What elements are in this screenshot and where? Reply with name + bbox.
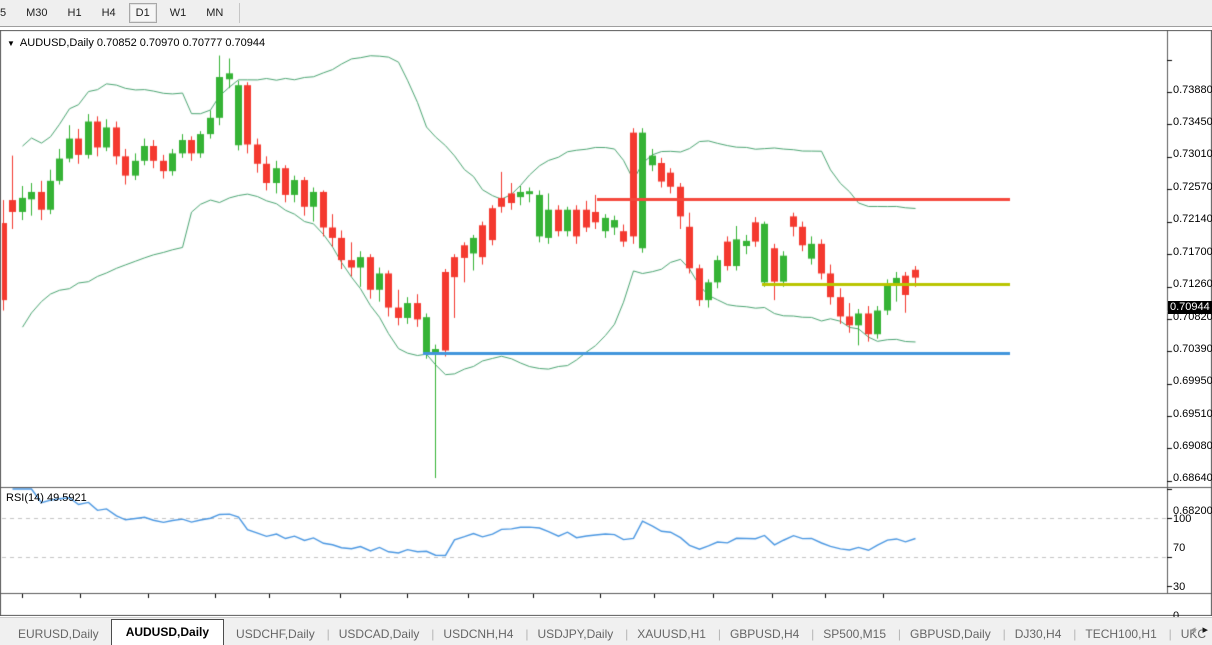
price-axis-label: 0.70390: [1173, 343, 1212, 355]
tab-scroll-right-icon[interactable]: ▸: [1202, 622, 1208, 638]
price-axis-label: 0.73010: [1173, 148, 1212, 160]
rsi-axis-label: 30: [1173, 581, 1185, 593]
chart-title-text: AUDUSD,Daily 0.70852 0.70970 0.70777 0.7…: [20, 37, 265, 49]
tab-xauusd-h1[interactable]: XAUUSD,H1: [625, 623, 718, 645]
tab-scroll-arrows: ◂ ▸: [1190, 622, 1208, 638]
price-axis-label: 0.72570: [1173, 181, 1212, 193]
rsi-axis-label: 100: [1173, 513, 1191, 525]
chart-dropdown-icon[interactable]: ▼: [7, 39, 15, 48]
rsi-axis-label: 70: [1173, 542, 1185, 554]
timeframe-button-M30[interactable]: M30: [19, 3, 54, 23]
price-axis-label: 0.73880: [1173, 84, 1212, 96]
rsi-indicator-label: RSI(14) 49.5921: [6, 492, 87, 504]
tab-gbpusd-daily[interactable]: GBPUSD,Daily: [898, 623, 1003, 645]
tab-dj30-h4[interactable]: DJ30,H4: [1003, 623, 1074, 645]
price-axis-label: 0.68640: [1173, 472, 1212, 484]
tab-audusd-daily[interactable]: AUDUSD,Daily: [111, 619, 224, 645]
timeframe-button-D1[interactable]: D1: [129, 3, 157, 23]
tab-usdchf-daily[interactable]: USDCHF,Daily: [224, 623, 327, 645]
tab-eurusd-daily[interactable]: EURUSD,Daily: [6, 623, 111, 645]
tab-gbpusd-h4[interactable]: GBPUSD,H4: [718, 623, 811, 645]
price-axis-label: 0.69950: [1173, 375, 1212, 387]
tab-scroll-left-icon[interactable]: ◂: [1190, 622, 1196, 638]
tab-usdcad-daily[interactable]: USDCAD,Daily: [327, 623, 432, 645]
tab-tech100-h1[interactable]: TECH100,H1: [1073, 623, 1168, 645]
tab-sp500-m15[interactable]: SP500,M15: [811, 623, 898, 645]
price-axis-label: 0.71260: [1173, 278, 1212, 290]
price-axis-label: 0.71700: [1173, 246, 1212, 258]
timeframe-button-W1[interactable]: W1: [163, 3, 194, 23]
chart-title: ▼ AUDUSD,Daily 0.70852 0.70970 0.70777 0…: [7, 37, 265, 49]
chart-window: ▼ AUDUSD,Daily 0.70852 0.70970 0.70777 0…: [0, 30, 1212, 616]
price-axis-label: 0.69510: [1173, 408, 1212, 420]
chart-tab-bar: EURUSD,DailyAUDUSD,DailyUSDCHF,DailyUSDC…: [0, 617, 1212, 645]
toolbar-separator: [239, 3, 240, 23]
terminal-window: 5 M30 H1 H4 D1 W1MN ▼ AUDUSD,Daily 0.70852 0.…: [0, 0, 1212, 645]
timeframe-button-H1[interactable]: H1: [61, 3, 89, 23]
tab-usdcnh-h4[interactable]: USDCNH,H4: [431, 623, 525, 645]
price-axis-label: 0.69080: [1173, 440, 1212, 452]
timeframe-button-5[interactable]: 5: [0, 3, 13, 23]
timeframe-button-H4[interactable]: H4: [95, 3, 123, 23]
chart-canvas[interactable]: [0, 30, 1212, 616]
timeframe-button-MN[interactable]: MN: [199, 3, 230, 23]
price-axis-label: 0.73450: [1173, 116, 1212, 128]
price-axis-label: 0.72140: [1173, 213, 1212, 225]
timeframe-toolbar: 5 M30 H1 H4 D1 W1MN: [0, 0, 1212, 27]
current-price-badge: 0.70944: [1168, 301, 1212, 314]
tab-usdjpy-daily[interactable]: USDJPY,Daily: [525, 623, 625, 645]
